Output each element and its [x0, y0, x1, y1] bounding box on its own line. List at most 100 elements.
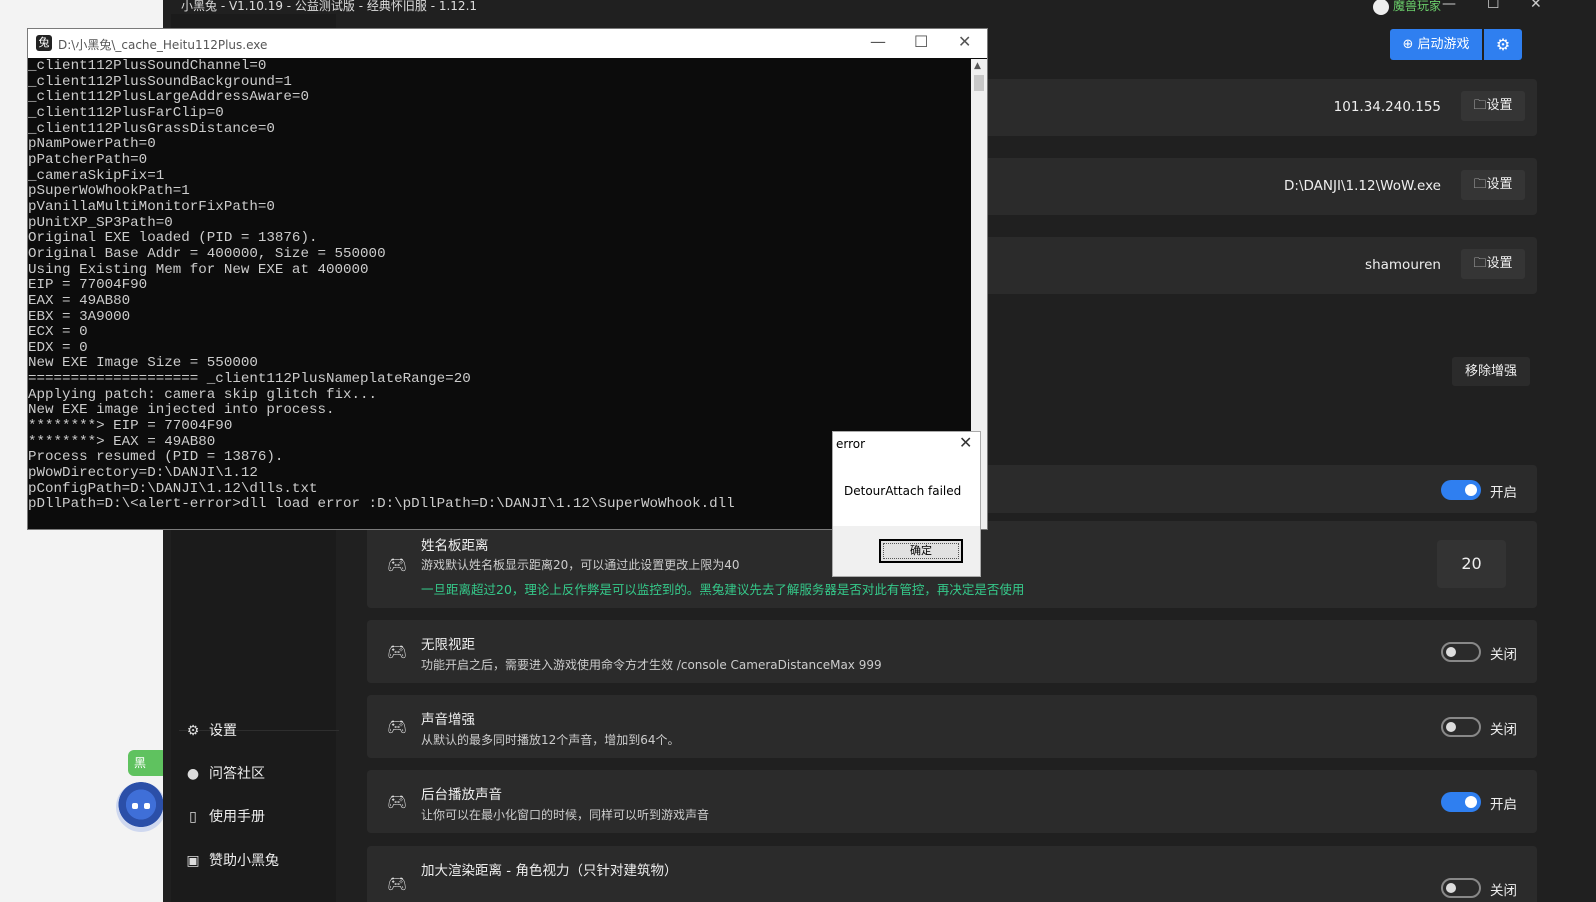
set-button-label: 设置	[1486, 177, 1513, 192]
gamepad-icon: 🎮︎	[387, 874, 408, 893]
desktop-chat-bubble[interactable]: 黑	[128, 750, 168, 776]
sidebar-item-label: 设置	[209, 723, 237, 739]
console-line: Process resumed (PID = 13876).	[28, 449, 284, 466]
chat-icon: ●	[186, 766, 200, 782]
infinite-view-toggle[interactable]	[1441, 642, 1481, 662]
folder-icon: 🗀	[1473, 256, 1487, 271]
gamepad-icon: 🎮︎	[387, 642, 408, 661]
sidebar-item-label: 使用手册	[209, 809, 265, 825]
game-path-set-button[interactable]: 🗀设置	[1461, 170, 1525, 200]
feature-title: 后台播放声音	[421, 787, 502, 803]
feature-title: 姓名板距离	[421, 538, 489, 554]
feature-desc: 让你可以在最小化窗口的时候，同样可以听到游戏声音	[421, 808, 710, 822]
error-close-icon[interactable]: ✕	[959, 433, 972, 452]
sidebar-item-manual[interactable]: ▯ 使用手册	[185, 803, 335, 831]
error-dialog-title: error	[836, 437, 866, 451]
render-distance-card: 🎮︎ 加大渲染距离 - 角色视力（只针对建筑物） 关闭	[367, 846, 1537, 902]
background-sound-card: 🎮︎ 后台播放声音 让你可以在最小化窗口的时候，同样可以听到游戏声音 开启	[367, 770, 1537, 833]
book-icon: ▯	[189, 809, 197, 825]
error-ok-button[interactable]: 确定	[879, 539, 963, 563]
account-value: shamouren	[1365, 257, 1441, 273]
maximize-icon[interactable]: ☐	[1487, 0, 1500, 12]
console-line: pUnitXP_SP3Path=0	[28, 214, 173, 231]
scroll-thumb[interactable]	[974, 75, 984, 91]
server-address-value: 101.34.240.155	[1333, 99, 1441, 115]
console-line: ECX = 0	[28, 324, 88, 341]
toggle-state-label: 关闭	[1490, 883, 1517, 899]
background-sound-toggle[interactable]	[1441, 792, 1481, 812]
feature-title: 加大渲染距离 - 角色视力（只针对建筑物）	[421, 863, 678, 879]
user-avatar-icon	[1373, 0, 1389, 15]
set-button-label: 设置	[1486, 98, 1513, 113]
gift-icon: ▣	[186, 853, 200, 869]
launch-settings-button[interactable]: ⚙	[1484, 29, 1522, 60]
robot-eye-icon	[144, 803, 150, 809]
console-line: EBX = 3A9000	[28, 308, 131, 325]
server-address-set-button[interactable]: 🗀设置	[1461, 91, 1525, 121]
console-line: _client112PlusFarClip=0	[28, 104, 224, 121]
console-line: Original EXE loaded (PID = 13876).	[28, 230, 318, 247]
app-title: 小黑兔 - V1.10.19 - 公益测试版 - 经典怀旧服 - 1.12.1	[181, 0, 478, 13]
minimize-icon[interactable]: —	[1442, 0, 1456, 12]
console-title: D:\小黑兔\_cache_Heitu112Plus.exe	[58, 38, 268, 52]
close-icon[interactable]: ✕	[1530, 0, 1542, 12]
console-minimize-icon[interactable]: —	[870, 32, 886, 51]
error-dialog-footer: 确定	[833, 526, 980, 576]
desktop-robot-icon[interactable]	[116, 782, 166, 832]
console-maximize-icon[interactable]: ☐	[914, 32, 928, 51]
console-line: New EXE image injected into process.	[28, 402, 335, 419]
console-titlebar: 兔 D:\小黑兔\_cache_Heitu112Plus.exe — ☐ ✕	[28, 29, 987, 58]
console-line: _client112PlusSoundChannel=0	[28, 59, 267, 74]
console-line: EIP = 77004F90	[28, 277, 148, 294]
feature-title: 无限视距	[421, 637, 475, 653]
console-line: ==================== _client112PlusNamep…	[28, 371, 471, 388]
toggle-state-label: 关闭	[1490, 647, 1517, 663]
console-line: _client112PlusLargeAddressAware=0	[28, 89, 309, 106]
gear-icon: ⚙	[186, 723, 200, 739]
sidebar-item-sponsor[interactable]: ▣ 赞助小黑兔	[185, 847, 335, 875]
folder-icon: 🗀	[1473, 98, 1487, 113]
error-message: DetourAttach failed	[844, 484, 962, 498]
render-distance-toggle[interactable]	[1441, 878, 1481, 898]
app-titlebar: 小黑兔 - V1.10.19 - 公益测试版 - 经典怀旧服 - 1.12.1 …	[163, 0, 1596, 15]
console-line: pSuperWoWhookPath=1	[28, 183, 190, 200]
console-line: pNamPowerPath=0	[28, 136, 156, 153]
console-output: _client112PlusSoundChannel=0 _client112Pl…	[28, 59, 969, 529]
console-line: EAX = 49AB80	[28, 292, 131, 309]
launch-game-label: 启动游戏	[1417, 37, 1470, 52]
sidebar-item-label: 赞助小黑兔	[209, 853, 279, 869]
user-badge[interactable]: 魔兽玩家	[1373, 0, 1441, 15]
console-line: _client112PlusGrassDistance=0	[28, 120, 275, 137]
feature-desc: 游戏默认姓名板显示距离20，可以通过此设置更改上限为40	[421, 558, 740, 572]
infinite-view-card: 🎮︎ 无限视距 功能开启之后，需要进入游戏使用命令方才生效 /console C…	[367, 620, 1537, 683]
error-dialog: error ✕ DetourAttach failed 确定	[832, 431, 981, 577]
feature-desc: 功能开启之后，需要进入游戏使用命令方才生效 /console CameraDis…	[421, 658, 882, 672]
account-set-button[interactable]: 🗀设置	[1461, 249, 1525, 279]
console-line: ********> EAX = 49AB80	[28, 433, 216, 450]
console-line: _client112PlusSoundBackground=1	[28, 73, 292, 90]
console-line: Original Base Addr = 400000, Size = 5500…	[28, 245, 386, 262]
feature-title: 声音增强	[421, 712, 475, 728]
user-name: 魔兽玩家	[1393, 0, 1442, 13]
sidebar-item-settings[interactable]: ⚙ 设置	[185, 717, 335, 745]
console-close-icon[interactable]: ✕	[958, 32, 971, 51]
enhancement-toggle-label: 开启	[1490, 485, 1517, 501]
sound-boost-card: 🎮︎ 声音增强 从默认的最多同时播放12个声音，增加到64个。 关闭	[367, 695, 1537, 758]
sound-boost-toggle[interactable]	[1441, 717, 1481, 737]
toggle-state-label: 关闭	[1490, 722, 1517, 738]
game-path-value: D:\DANJI\1.12\WoW.exe	[1284, 178, 1441, 194]
console-line: pDllPath=D:\<alert-error>dll load error …	[28, 496, 735, 513]
enhancement-toggle[interactable]	[1441, 480, 1481, 500]
launch-game-button[interactable]: ⊕ 启动游戏	[1390, 29, 1482, 60]
console-line: EDX = 0	[28, 339, 88, 356]
rocket-icon: ⊕	[1402, 37, 1418, 52]
remove-enhancement-button[interactable]: 移除增强	[1452, 357, 1530, 386]
desktop-bubble-text: 黑	[134, 756, 147, 770]
sidebar-item-community[interactable]: ● 问答社区	[185, 760, 335, 788]
nameplate-distance-input[interactable]: 20	[1437, 540, 1506, 588]
toggle-state-label: 开启	[1490, 797, 1517, 813]
console-line: ********> EIP = 77004F90	[28, 418, 233, 435]
scroll-up-icon[interactable]: ▲	[974, 61, 981, 71]
console-line: Using Existing Mem for New EXE at 400000	[28, 261, 369, 278]
gear-icon: ⚙	[1495, 35, 1511, 54]
